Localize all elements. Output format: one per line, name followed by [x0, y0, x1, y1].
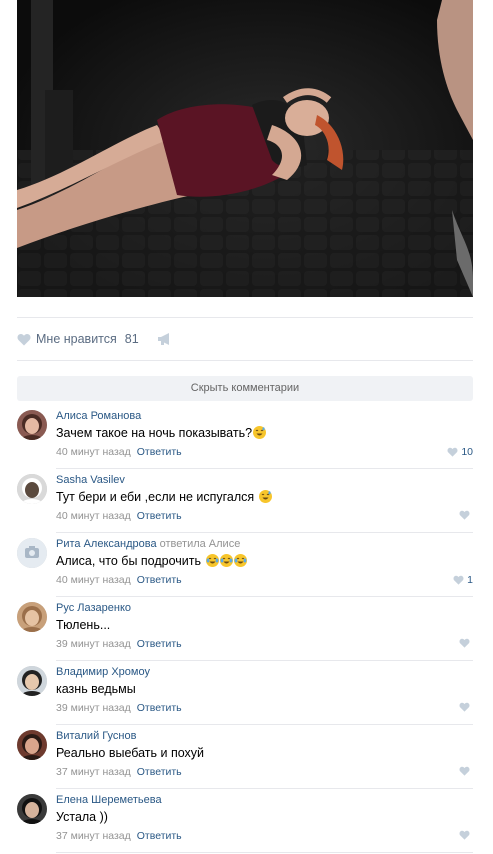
likes-top-divider: [17, 317, 473, 318]
comment-author-name[interactable]: Рус Лазаренко: [56, 602, 131, 614]
comment-timestamp[interactable]: 39 минут назад: [56, 638, 131, 650]
comment-author[interactable]: Владимир Хромоу: [56, 666, 150, 678]
comment-item: Алиса Романова Зачем такое на ночь показы…: [17, 405, 473, 469]
avatar[interactable]: [17, 538, 47, 568]
comment-text: Тюлень...: [56, 618, 110, 632]
comment-like[interactable]: 1: [453, 574, 473, 586]
reply-button[interactable]: Ответить: [137, 766, 182, 778]
comment-like-count[interactable]: 10: [461, 446, 473, 458]
comment-meta: 37 минут назад Ответить: [56, 766, 182, 778]
heart-icon[interactable]: [459, 702, 470, 712]
comment-author-name[interactable]: Алиса Романова: [56, 410, 141, 422]
comment-text: Устала )): [56, 810, 108, 824]
sweat-smile-emoji-icon: [258, 490, 272, 503]
heart-icon[interactable]: [459, 638, 470, 648]
comment-text: Зачем такое на ночь показывать?: [56, 426, 267, 440]
avatar[interactable]: [17, 410, 47, 440]
reply-button[interactable]: Ответить: [137, 574, 182, 586]
heart-icon[interactable]: [447, 447, 458, 457]
reply-button[interactable]: Ответить: [137, 446, 182, 458]
comment-author-name[interactable]: Sasha Vasilev: [56, 474, 125, 486]
comment-author-name[interactable]: Рита Александрова: [56, 538, 157, 550]
comment-like[interactable]: [459, 702, 473, 712]
avatar[interactable]: [17, 666, 47, 696]
avatar[interactable]: [17, 474, 47, 504]
reply-button[interactable]: Ответить: [137, 638, 182, 650]
comment-timestamp[interactable]: 37 минут назад: [56, 830, 131, 842]
comment-text-content: Тюлень...: [56, 618, 111, 632]
comment-timestamp[interactable]: 40 минут назад: [56, 446, 131, 458]
comment-author-name[interactable]: Елена Шереметьева: [56, 794, 162, 806]
comment-item: Рус Лазаренко Тюлень... 39 минут назад Отве…: [17, 597, 473, 661]
heart-icon[interactable]: [459, 766, 470, 776]
comment-text: казнь ведьмы: [56, 682, 136, 696]
comment-text-content: Тут бери и еби ,если не испугался: [56, 490, 255, 504]
comment-item: Владимир Хромоу казнь ведьмы 39 минут наза…: [17, 661, 473, 725]
megaphone-share-icon[interactable]: [157, 332, 173, 346]
reply-button[interactable]: Ответить: [137, 702, 182, 714]
post-page: Мне нравится 81 Скрыть комментарии Алиса…: [0, 0, 493, 854]
comment-like[interactable]: 10: [447, 446, 473, 458]
joy-emoji-icon: [233, 554, 247, 567]
comment-reply-to[interactable]: ответила Алисе: [160, 538, 241, 550]
comment-author-name[interactable]: Владимир Хромоу: [56, 666, 150, 678]
comment-meta: 40 минут назад Ответить: [56, 574, 182, 586]
comment-text: Реально выебать и похуй: [56, 746, 204, 760]
reply-button[interactable]: Ответить: [137, 830, 182, 842]
post-photo[interactable]: [17, 0, 473, 297]
comment-text-content: Устала )): [56, 810, 108, 824]
comment-text-content: Зачем такое на ночь показывать?: [56, 426, 253, 440]
comment-like[interactable]: [459, 510, 473, 520]
comment-timestamp[interactable]: 39 минут назад: [56, 702, 131, 714]
heart-icon[interactable]: [459, 510, 470, 520]
comment-like[interactable]: [459, 766, 473, 776]
comment-item: Виталий Гуснов Реально выебать и похуй 37 …: [17, 725, 473, 789]
comment-author[interactable]: Елена Шереметьева: [56, 794, 162, 806]
comment-author[interactable]: Рита Александрова ответила Алисе: [56, 538, 240, 550]
comment-meta: 40 минут назад Ответить: [56, 510, 182, 522]
like-label[interactable]: Мне нравится: [36, 332, 117, 346]
comment-divider: [56, 852, 473, 853]
comment-item: Рита Александрова ответила Алисе Алиса, ч…: [17, 533, 473, 597]
avatar[interactable]: [17, 602, 47, 632]
heart-icon[interactable]: [459, 830, 470, 840]
comment-item: Елена Шереметьева Устала )) 37 минут назад…: [17, 789, 473, 853]
comment-meta: 39 минут назад Ответить: [56, 638, 182, 650]
likes-bottom-divider: [17, 360, 473, 361]
heart-icon[interactable]: [17, 333, 31, 346]
heart-icon[interactable]: [453, 575, 464, 585]
comment-meta: 40 минут назад Ответить: [56, 446, 182, 458]
joy-emoji-icon: [219, 554, 233, 567]
reply-button[interactable]: Ответить: [137, 510, 182, 522]
comment-author[interactable]: Рус Лазаренко: [56, 602, 131, 614]
like-count[interactable]: 81: [125, 332, 139, 346]
comment-meta: 37 минут назад Ответить: [56, 830, 182, 842]
comment-text: Тут бери и еби ,если не испугался: [56, 490, 272, 504]
comment-text-content: казнь ведьмы: [56, 682, 136, 696]
comment-timestamp[interactable]: 40 минут назад: [56, 574, 131, 586]
hide-comments-button[interactable]: Скрыть комментарии: [17, 376, 473, 401]
comment-author-name[interactable]: Виталий Гуснов: [56, 730, 136, 742]
comment-like[interactable]: [459, 638, 473, 648]
comment-timestamp[interactable]: 37 минут назад: [56, 766, 131, 778]
sweat-smile-emoji-icon: [253, 426, 267, 439]
joy-emoji-icon: [205, 554, 219, 567]
comment-like-count[interactable]: 1: [467, 574, 473, 586]
comment-author[interactable]: Алиса Романова: [56, 410, 141, 422]
comment-timestamp[interactable]: 40 минут назад: [56, 510, 131, 522]
comment-text-content: Реально выебать и похуй: [56, 746, 205, 760]
comment-text: Алиса, что бы подрочить: [56, 554, 247, 568]
comment-author[interactable]: Виталий Гуснов: [56, 730, 136, 742]
likes-bar: Мне нравится 81: [17, 328, 173, 350]
comment-like[interactable]: [459, 830, 473, 840]
post-photo-image: [17, 0, 473, 297]
avatar[interactable]: [17, 730, 47, 760]
avatar[interactable]: [17, 794, 47, 824]
comment-author[interactable]: Sasha Vasilev: [56, 474, 125, 486]
comment-meta: 39 минут назад Ответить: [56, 702, 182, 714]
comment-text-content: Алиса, что бы подрочить: [56, 554, 202, 568]
comment-item: Sasha Vasilev Тут бери и еби ,если не исп…: [17, 469, 473, 533]
